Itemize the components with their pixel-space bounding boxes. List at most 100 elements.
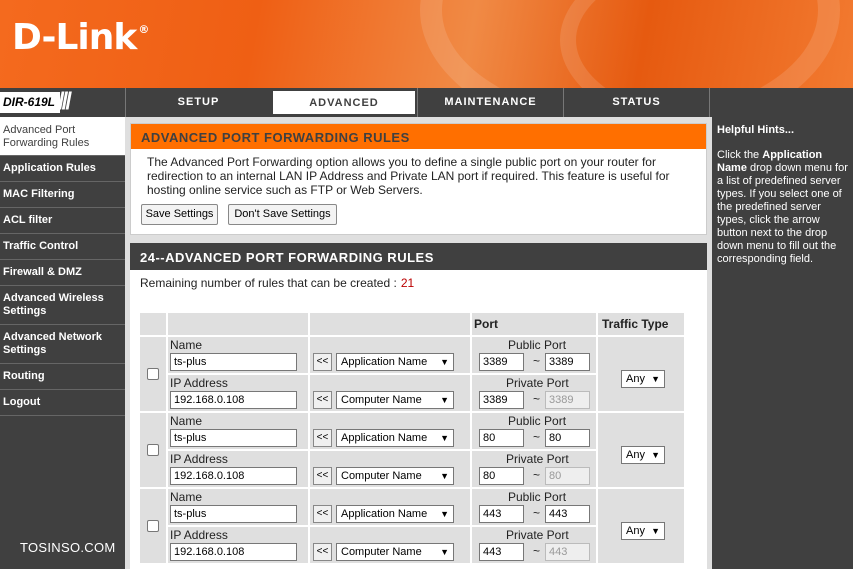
chevron-down-icon: ▼ <box>440 395 449 405</box>
port-header: Port <box>474 317 498 331</box>
chevron-down-icon: ▼ <box>440 433 449 443</box>
sidebar-item-firewall-dmz[interactable]: Firewall & DMZ <box>0 260 125 286</box>
public-port-end-input[interactable]: 80 <box>545 429 590 447</box>
sidebar-item-acl-filter[interactable]: ACL filter <box>0 208 125 234</box>
remaining-rules-text: Remaining number of rules that can be cr… <box>140 276 414 290</box>
application-name-select[interactable]: Application Name ▼ <box>336 429 454 447</box>
traffic-type-select[interactable]: Any ▼ <box>621 370 665 388</box>
rule-enable-checkbox[interactable] <box>147 444 159 456</box>
section-title: ADVANCED PORT FORWARDING RULES <box>131 124 706 149</box>
sidebar-item-advanced-network[interactable]: Advanced Network Settings <box>0 325 125 364</box>
rule-enable-checkbox[interactable] <box>147 520 159 532</box>
chevron-down-icon: ▼ <box>440 471 449 481</box>
copy-computer-button[interactable]: << <box>313 391 332 409</box>
rule-name-input[interactable]: ts-plus <box>170 505 297 523</box>
private-port-label: Private Port <box>506 376 569 390</box>
range-tilde: ~ <box>533 354 541 368</box>
chevron-down-icon: ▼ <box>651 450 660 460</box>
private-port-label: Private Port <box>506 452 569 466</box>
copy-computer-button[interactable]: << <box>313 543 332 561</box>
table-row: Name ts-plus IP Address 192.168.0.108 <<… <box>140 489 688 563</box>
tab-empty <box>709 88 853 117</box>
rule-name-input[interactable]: ts-plus <box>170 429 297 447</box>
copy-app-button[interactable]: << <box>313 353 332 371</box>
sidebar-item-routing[interactable]: Routing <box>0 364 125 390</box>
header-cell <box>168 313 308 335</box>
range-tilde: ~ <box>533 392 541 406</box>
header-cell <box>310 313 470 335</box>
hints-text: Click the Application Name drop down men… <box>717 149 848 265</box>
tab-maintenance[interactable]: MAINTENANCE <box>417 88 563 117</box>
public-port-start-input[interactable]: 443 <box>479 505 524 523</box>
rule-name-input[interactable]: ts-plus <box>170 353 297 371</box>
rules-box: 24--ADVANCED PORT FORWARDING RULES Remai… <box>130 243 707 569</box>
ip-address-input[interactable]: 192.168.0.108 <box>170 391 297 409</box>
range-tilde: ~ <box>533 468 541 482</box>
chevron-down-icon: ▼ <box>440 509 449 519</box>
copy-app-button[interactable]: << <box>313 429 332 447</box>
public-port-label: Public Port <box>508 338 567 352</box>
chevron-down-icon: ▼ <box>440 357 449 367</box>
sidebar-item-traffic-control[interactable]: Traffic Control <box>0 234 125 260</box>
banner-swirl <box>560 0 853 88</box>
tab-setup[interactable]: SETUP <box>125 88 271 117</box>
ip-address-label: IP Address <box>170 376 228 390</box>
traffic-type-select[interactable]: Any ▼ <box>621 522 665 540</box>
computer-name-select[interactable]: Computer Name ▼ <box>336 467 454 485</box>
model-slashes: /// <box>58 88 72 115</box>
tab-status[interactable]: STATUS <box>563 88 709 117</box>
tab-advanced[interactable]: ADVANCED <box>271 89 417 116</box>
public-port-end-input[interactable]: 443 <box>545 505 590 523</box>
private-port-start-input[interactable]: 80 <box>479 467 524 485</box>
ip-address-label: IP Address <box>170 452 228 466</box>
sidebar-item-advanced-port-forwarding[interactable]: Advanced Port Forwarding Rules <box>0 117 125 156</box>
ip-address-label: IP Address <box>170 528 228 542</box>
public-port-label: Public Port <box>508 414 567 428</box>
private-port-label: Private Port <box>506 528 569 542</box>
header-banner: D-Link ® <box>0 0 853 88</box>
range-tilde: ~ <box>533 506 541 520</box>
chevron-down-icon: ▼ <box>440 547 449 557</box>
sidebar-item-logout[interactable]: Logout <box>0 390 125 416</box>
chevron-down-icon: ▼ <box>651 526 660 536</box>
copy-computer-button[interactable]: << <box>313 467 332 485</box>
range-tilde: ~ <box>533 430 541 444</box>
header-cell <box>140 313 166 335</box>
main-content: ADVANCED PORT FORWARDING RULES The Advan… <box>125 117 712 569</box>
application-name-select[interactable]: Application Name ▼ <box>336 353 454 371</box>
dont-save-settings-button[interactable]: Don't Save Settings <box>228 204 337 225</box>
ip-address-input[interactable]: 192.168.0.108 <box>170 543 297 561</box>
helpful-hints-panel: Helpful Hints... Click the Application N… <box>712 117 853 569</box>
private-port-end-input: 3389 <box>545 391 590 409</box>
public-port-start-input[interactable]: 3389 <box>479 353 524 371</box>
table-row: Name ts-plus IP Address 192.168.0.108 <<… <box>140 413 688 487</box>
top-nav: DIR-619L /// SETUP ADVANCED MAINTENANCE … <box>0 88 853 117</box>
range-tilde: ~ <box>533 544 541 558</box>
computer-name-select[interactable]: Computer Name ▼ <box>336 391 454 409</box>
copy-app-button[interactable]: << <box>313 505 332 523</box>
watermark: TOSINSO.COM <box>20 540 116 555</box>
sidebar-item-application-rules[interactable]: Application Rules <box>0 156 125 182</box>
sidebar-item-mac-filtering[interactable]: MAC Filtering <box>0 182 125 208</box>
ip-address-input[interactable]: 192.168.0.108 <box>170 467 297 485</box>
public-port-end-input[interactable]: 3389 <box>545 353 590 371</box>
name-label: Name <box>170 338 203 352</box>
private-port-start-input[interactable]: 3389 <box>479 391 524 409</box>
computer-name-select[interactable]: Computer Name ▼ <box>336 543 454 561</box>
save-settings-button[interactable]: Save Settings <box>141 204 218 225</box>
public-port-start-input[interactable]: 80 <box>479 429 524 447</box>
name-label: Name <box>170 490 203 504</box>
sidebar: Advanced Port Forwarding Rules Applicati… <box>0 117 125 569</box>
traffic-type-header: Traffic Type <box>602 317 669 331</box>
model-label: DIR-619L <box>0 92 60 113</box>
remaining-count: 21 <box>400 276 415 290</box>
section-description: The Advanced Port Forwarding option allo… <box>147 155 670 197</box>
private-port-start-input[interactable]: 443 <box>479 543 524 561</box>
sidebar-item-advanced-wireless[interactable]: Advanced Wireless Settings <box>0 286 125 325</box>
private-port-end-input: 443 <box>545 543 590 561</box>
dlink-logo: D-Link ® <box>12 17 149 58</box>
traffic-type-select[interactable]: Any ▼ <box>621 446 665 464</box>
chevron-down-icon: ▼ <box>651 374 660 384</box>
rule-enable-checkbox[interactable] <box>147 368 159 380</box>
application-name-select[interactable]: Application Name ▼ <box>336 505 454 523</box>
